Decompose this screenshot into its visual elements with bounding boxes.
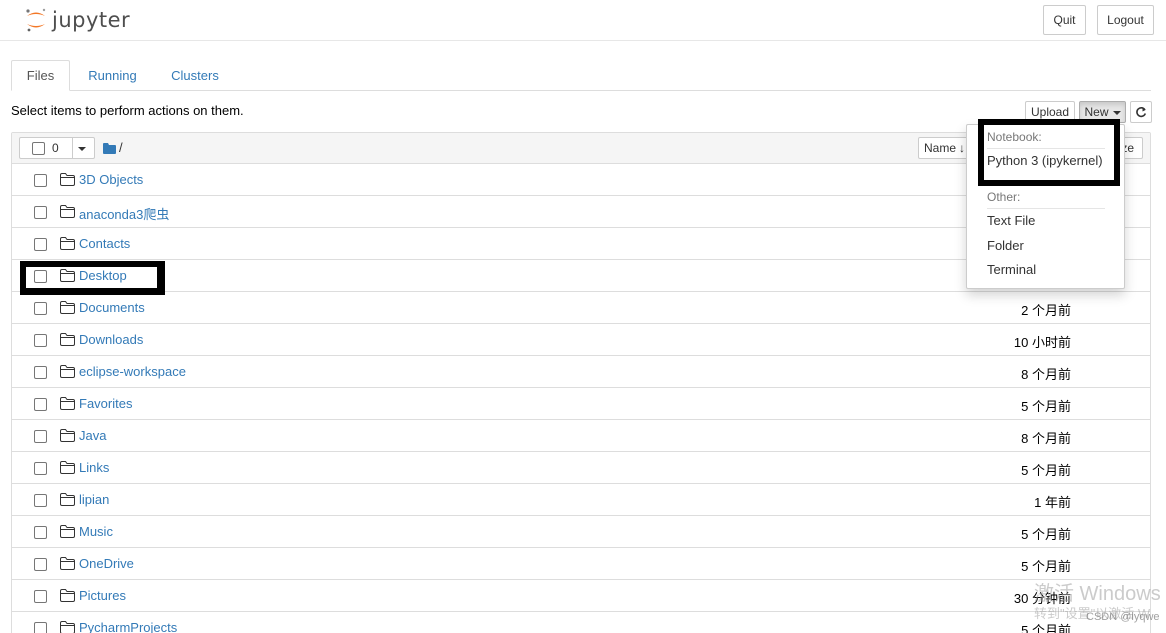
folder-icon: [60, 493, 75, 506]
file-name-link[interactable]: Links: [79, 460, 109, 475]
file-name-link[interactable]: 3D Objects: [79, 172, 143, 187]
row-checkbox[interactable]: [34, 558, 47, 571]
windows-watermark-title: 激活 Windows: [1034, 583, 1161, 605]
annotation-frame-python: [978, 119, 1120, 186]
folder-icon: [60, 557, 75, 570]
file-name-link[interactable]: Downloads: [79, 332, 143, 347]
new-button-label: New: [1084, 105, 1109, 119]
row-checkbox[interactable]: [34, 622, 47, 633]
list-item[interactable]: Music 5 个月前: [12, 516, 1150, 548]
row-checkbox[interactable]: [34, 526, 47, 539]
sort-by-name-button[interactable]: Name ↓: [918, 137, 973, 159]
file-name-link[interactable]: eclipse-workspace: [79, 364, 186, 379]
row-checkbox[interactable]: [34, 366, 47, 379]
file-name-link[interactable]: Music: [79, 524, 113, 539]
file-name-link[interactable]: Pictures: [79, 588, 126, 603]
row-checkbox[interactable]: [34, 430, 47, 443]
row-checkbox[interactable]: [34, 398, 47, 411]
folder-icon: [60, 333, 75, 346]
logout-button[interactable]: Logout: [1097, 5, 1154, 35]
top-header: jupyter Quit Logout: [0, 0, 1166, 41]
folder-icon: [60, 525, 75, 538]
list-item[interactable]: eclipse-workspace 8 个月前: [12, 356, 1150, 388]
list-item[interactable]: OneDrive 5 个月前: [12, 548, 1150, 580]
list-item[interactable]: Pictures 30 分钟前: [12, 580, 1150, 612]
row-checkbox[interactable]: [34, 174, 47, 187]
select-all-checkbox[interactable]: [32, 141, 45, 155]
folder-icon: [60, 621, 75, 633]
row-checkbox[interactable]: [34, 238, 47, 251]
modified-time: 5 个月前: [1021, 399, 1071, 414]
list-item[interactable]: PycharmProjects 5 个月前: [12, 612, 1150, 633]
arrow-down-icon: ↓: [959, 141, 966, 155]
menu-item-text-file[interactable]: Text File: [987, 213, 1035, 228]
modified-time: 5 个月前: [1021, 463, 1071, 478]
row-checkbox[interactable]: [34, 302, 47, 315]
file-name-link[interactable]: OneDrive: [79, 556, 134, 571]
list-item[interactable]: Documents 2 个月前: [12, 292, 1150, 324]
tab-running[interactable]: Running: [81, 60, 144, 91]
modified-time: 8 个月前: [1021, 367, 1071, 382]
list-item[interactable]: lipian 1 年前: [12, 484, 1150, 516]
row-checkbox[interactable]: [34, 334, 47, 347]
modified-time: 5 个月前: [1021, 559, 1071, 574]
menu-divider: [987, 208, 1105, 209]
caret-down-icon[interactable]: [78, 147, 86, 151]
modified-time: 1 年前: [1034, 495, 1071, 510]
other-header: Other:: [987, 190, 1021, 204]
file-name-link[interactable]: lipian: [79, 492, 109, 507]
menu-item-folder[interactable]: Folder: [987, 238, 1024, 253]
file-name-link[interactable]: Documents: [79, 300, 145, 315]
divider: [72, 137, 73, 159]
refresh-button[interactable]: [1130, 101, 1152, 123]
annotation-frame-desktop: [20, 261, 165, 295]
modified-time: 2 个月前: [1021, 303, 1071, 318]
jupyter-logo-icon: [24, 7, 48, 33]
tab-clusters[interactable]: Clusters: [161, 60, 229, 91]
row-checkbox[interactable]: [34, 590, 47, 603]
refresh-icon: [1136, 107, 1147, 118]
menu-item-terminal[interactable]: Terminal: [987, 262, 1036, 277]
select-all-control[interactable]: 0: [19, 137, 95, 159]
row-checkbox[interactable]: [34, 206, 47, 219]
folder-icon: [60, 461, 75, 474]
modified-time: 5 个月前: [1021, 527, 1071, 542]
folder-icon: [60, 301, 75, 314]
modified-time: 10 小时前: [1013, 335, 1071, 350]
folder-icon: [60, 237, 75, 250]
row-checkbox[interactable]: [34, 462, 47, 475]
caret-down-icon: [1112, 111, 1121, 115]
folder-icon: [60, 589, 75, 602]
quit-button[interactable]: Quit: [1043, 5, 1086, 35]
file-name-link[interactable]: PycharmProjects: [79, 620, 177, 633]
folder-icon: [60, 205, 75, 218]
file-name-link[interactable]: Favorites: [79, 396, 132, 411]
folder-icon: [60, 173, 75, 186]
sort-name-label: Name: [924, 141, 957, 155]
folder-icon[interactable]: [103, 142, 116, 157]
row-checkbox[interactable]: [34, 494, 47, 507]
csdn-credit: CSDN @lyqwe: [1086, 611, 1160, 623]
list-item[interactable]: Downloads 10 小时前: [12, 324, 1150, 356]
list-item[interactable]: Links 5 个月前: [12, 452, 1150, 484]
file-name-link[interactable]: Contacts: [79, 236, 130, 251]
tab-bar: Files Running Clusters: [11, 60, 1151, 91]
list-item[interactable]: Java 8 个月前: [12, 420, 1150, 452]
folder-icon: [60, 429, 75, 442]
logo-text: jupyter: [52, 8, 131, 32]
selected-count: 0: [52, 141, 59, 155]
file-name-link[interactable]: Java: [79, 428, 106, 443]
tab-files[interactable]: Files: [11, 60, 70, 91]
jupyter-logo[interactable]: jupyter: [24, 5, 130, 35]
list-item[interactable]: Favorites 5 个月前: [12, 388, 1150, 420]
breadcrumb[interactable]: /: [119, 140, 123, 155]
folder-icon: [60, 397, 75, 410]
selection-instructions: Select items to perform actions on them.: [11, 103, 244, 118]
modified-time: 8 个月前: [1021, 431, 1071, 446]
folder-icon: [60, 365, 75, 378]
file-name-link[interactable]: anaconda3爬虫: [79, 204, 169, 223]
